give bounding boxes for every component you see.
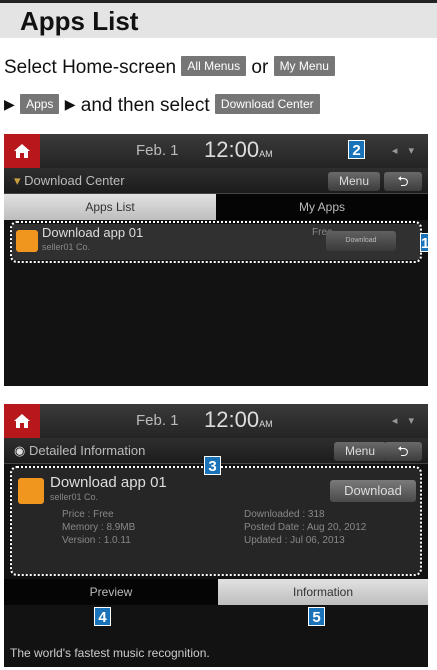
home-icon bbox=[14, 414, 30, 428]
callout-badge: 1 bbox=[420, 233, 428, 252]
tab-information[interactable]: Information bbox=[218, 579, 428, 605]
cart-icon: ▾ bbox=[14, 173, 25, 188]
tab-my-apps[interactable]: My Apps bbox=[216, 194, 428, 220]
status-date: Feb. 1 bbox=[136, 412, 179, 429]
instruction-line-1: Select Home-screen All Menus or My Menu bbox=[4, 56, 335, 79]
arrow-right-icon: ▶ bbox=[4, 96, 15, 112]
signal-icons: ◂ ▾ bbox=[391, 415, 418, 427]
menu-button[interactable]: Menu bbox=[334, 442, 386, 461]
apps-chip: Apps bbox=[20, 94, 60, 114]
back-arrow-icon: ⮌ bbox=[397, 173, 409, 189]
detailed-information-screen: Feb. 1 12:00AM ◂ ▾ ◉ Detailed Informatio… bbox=[4, 404, 428, 667]
download-center-chip: Download Center bbox=[214, 94, 320, 114]
status-time: 12:00AM bbox=[204, 407, 273, 432]
info-icon: ◉ bbox=[14, 443, 29, 458]
tab-preview[interactable]: Preview bbox=[4, 579, 218, 605]
callout-badge: 5 bbox=[308, 607, 325, 626]
instruction-line-2: ▶ Apps ▶ and then select Download Center bbox=[4, 94, 320, 117]
menu-button[interactable]: Menu bbox=[328, 172, 380, 191]
back-button[interactable]: ⮌ bbox=[384, 172, 422, 191]
callout-badge: 4 bbox=[94, 607, 111, 626]
screen-title: ▾ Download Center bbox=[14, 173, 125, 188]
home-button[interactable] bbox=[4, 404, 40, 438]
all-menus-chip: All Menus bbox=[181, 56, 247, 76]
callout-badge: 3 bbox=[204, 456, 221, 475]
sub-header: ▾ Download Center Menu ⮌ bbox=[4, 168, 428, 194]
status-time: 12:00AM bbox=[204, 137, 273, 162]
home-icon bbox=[14, 144, 30, 158]
instruction-or: or bbox=[251, 57, 269, 78]
apps-list-screen: Feb. 1 12:00AM ◂ ▾ ▾ Download Center Men… bbox=[4, 134, 428, 386]
instruction-prefix: Select Home-screen bbox=[4, 57, 177, 78]
tab-bar: Apps List My Apps bbox=[4, 194, 428, 220]
section-title: Apps List bbox=[20, 6, 139, 36]
callout-badge: 2 bbox=[348, 140, 365, 159]
callout-highlight bbox=[10, 466, 422, 576]
tab-bar: Preview Information bbox=[4, 579, 428, 605]
arrow-right-icon: ▶ bbox=[64, 96, 76, 112]
status-bar: Feb. 1 12:00AM ◂ ▾ bbox=[4, 404, 428, 438]
my-menu-chip: My Menu bbox=[273, 56, 335, 76]
back-button[interactable]: ⮌ bbox=[384, 442, 422, 461]
section-title-bar: Apps List bbox=[0, 0, 437, 38]
instruction-then: and then select bbox=[80, 95, 210, 116]
home-button[interactable] bbox=[4, 134, 40, 168]
back-arrow-icon: ⮌ bbox=[397, 443, 409, 459]
tab-apps-list[interactable]: Apps List bbox=[4, 194, 216, 220]
signal-icons: ◂ ▾ bbox=[391, 145, 418, 157]
status-date: Feb. 1 bbox=[136, 142, 179, 159]
callout-highlight bbox=[10, 221, 422, 263]
screen-title: ◉ Detailed Information bbox=[14, 443, 146, 458]
app-description: The world's fastest music recognition. bbox=[10, 646, 210, 660]
